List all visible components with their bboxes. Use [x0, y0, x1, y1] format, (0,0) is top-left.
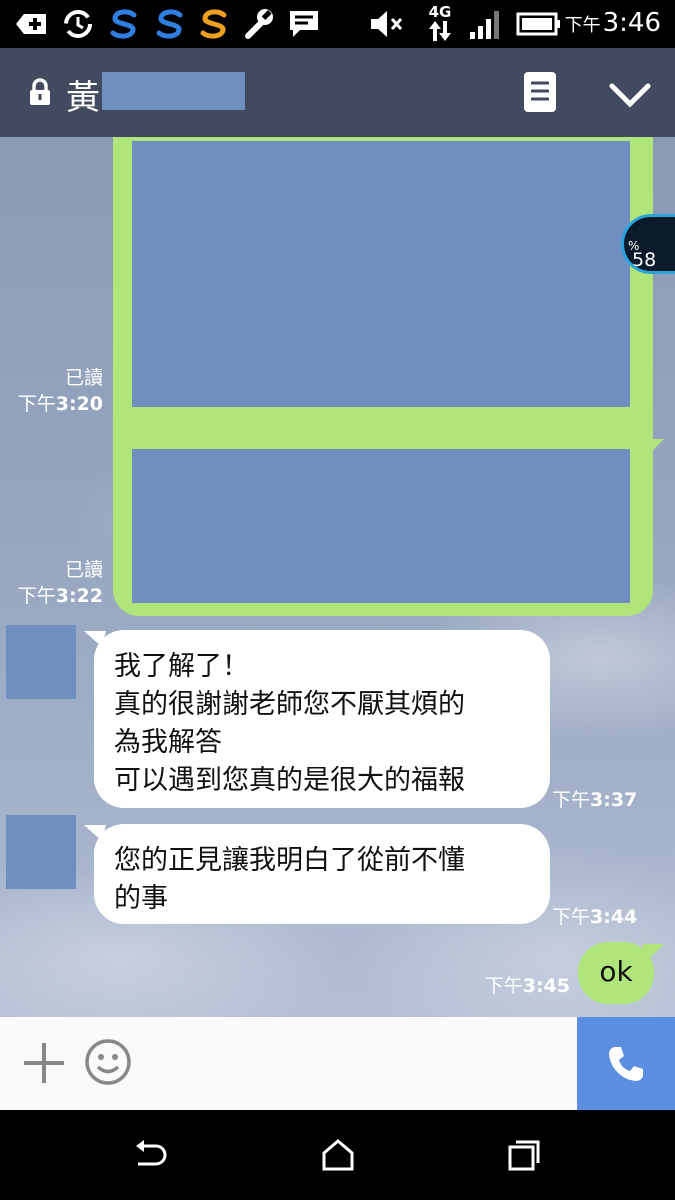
emoji-icon[interactable]	[84, 1038, 132, 1086]
message-time: 3:20	[55, 393, 103, 415]
incoming-text-message[interactable]: 您的正見讓我明白了從前不懂 的事	[94, 824, 550, 924]
back-icon[interactable]	[132, 1138, 168, 1172]
phone-icon	[609, 1047, 643, 1081]
message-ampm: 下午	[17, 393, 56, 415]
status-bar: 4G 下午3:46	[0, 0, 675, 48]
message-ampm: 下午	[552, 906, 591, 928]
message-time: 3:44	[590, 906, 638, 928]
signal-icon	[470, 11, 499, 39]
clock-ampm: 下午	[564, 15, 601, 36]
plus-icon[interactable]	[22, 1041, 66, 1085]
chevron-down-icon[interactable]	[606, 74, 654, 114]
s-app-icon	[110, 9, 137, 39]
outgoing-image-message[interactable]	[113, 437, 653, 616]
message-time: 3:37	[590, 789, 638, 811]
lock-icon	[30, 78, 50, 105]
network-label: 4G	[428, 3, 452, 21]
s-app-icon	[156, 9, 183, 39]
wrench-icon	[245, 9, 273, 39]
read-receipt: 已讀	[64, 367, 103, 389]
notes-icon[interactable]	[522, 70, 558, 114]
bubble-tail	[642, 944, 664, 960]
badge-text: 58%	[628, 233, 656, 271]
message-time: 3:45	[522, 975, 570, 997]
redacted-name	[102, 72, 245, 110]
mute-icon	[371, 11, 403, 37]
sync-icon	[64, 10, 92, 38]
message-ampm: 下午	[552, 789, 591, 811]
status-clock: 下午3:46	[565, 8, 661, 38]
message-icon	[290, 11, 318, 37]
read-receipt: 已讀	[64, 559, 103, 581]
avatar[interactable]	[6, 815, 76, 889]
add-icon	[16, 14, 46, 34]
message-time: 3:22	[55, 585, 103, 607]
chat-area[interactable]: 已讀 下午3:20 已讀 下午3:22 我了解了！ 真的很謝謝老師您不厭其煩的 …	[0, 137, 675, 1017]
data-arrows-icon	[429, 21, 451, 41]
incoming-text-message[interactable]: 我了解了！ 真的很謝謝老師您不厭其煩的 為我解答 可以遇到您真的是很大的福報	[94, 630, 550, 808]
memory-booster-badge[interactable]: 58%	[621, 214, 675, 274]
bubble-tail	[642, 439, 664, 455]
battery-icon	[516, 12, 560, 36]
message-meta: 下午3:45	[476, 973, 570, 999]
message-ampm: 下午	[484, 975, 523, 997]
chat-header: 黃	[0, 48, 675, 137]
navigation-bar	[0, 1110, 675, 1200]
network-indicator: 4G	[424, 4, 456, 44]
home-icon[interactable]	[320, 1138, 356, 1172]
input-bar	[0, 1017, 675, 1110]
redacted-image	[132, 141, 630, 407]
chat-title[interactable]: 黃	[66, 70, 100, 119]
clock-time: 3:46	[602, 8, 661, 38]
recents-icon[interactable]	[506, 1138, 542, 1172]
s-app-icon	[200, 9, 227, 39]
redacted-image	[132, 449, 630, 603]
message-meta: 下午3:44	[552, 904, 642, 930]
message-meta: 下午3:37	[552, 787, 642, 813]
call-button[interactable]	[577, 1017, 675, 1110]
badge-value: 58	[632, 249, 657, 271]
message-meta: 已讀 下午3:22	[10, 557, 103, 609]
message-meta: 已讀 下午3:20	[10, 365, 103, 417]
avatar[interactable]	[6, 625, 76, 699]
message-ampm: 下午	[17, 585, 56, 607]
